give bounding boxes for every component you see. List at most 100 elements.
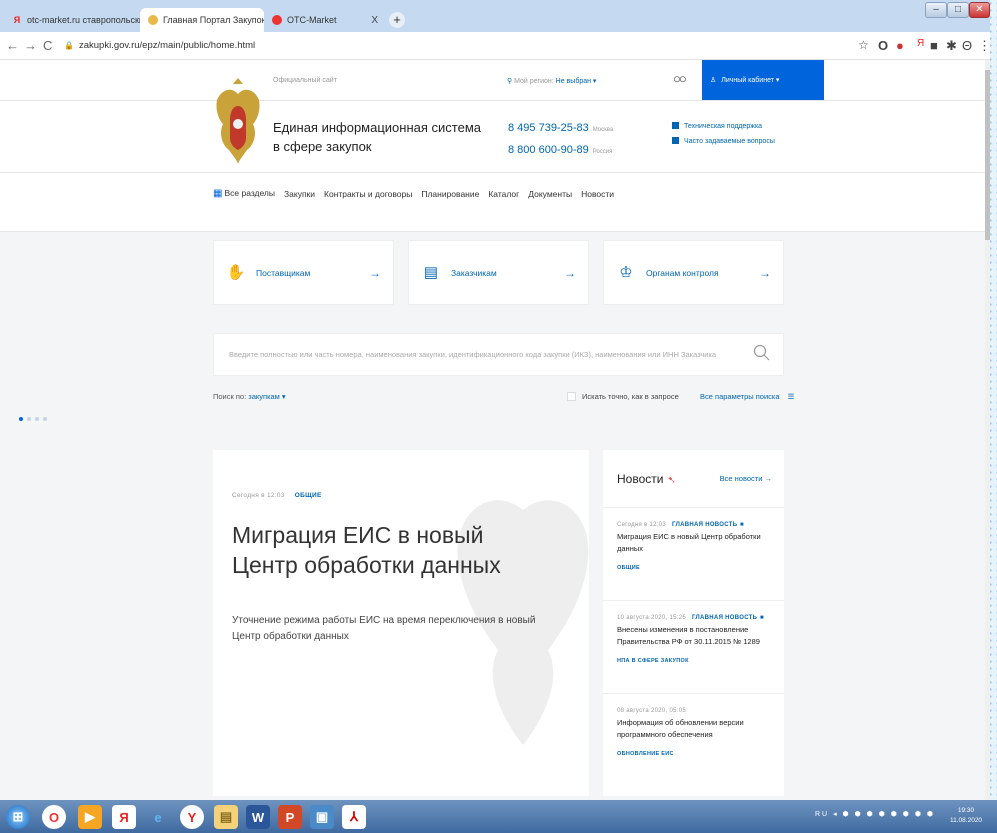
news-item[interactable]: Сегодня в 12:03 ГЛАВНАЯ НОВОСТЬ ■ Миграци… xyxy=(603,507,784,585)
all-sections-link[interactable]: ▦ Все разделы xyxy=(213,188,275,199)
support-icon xyxy=(672,122,679,129)
pdf-reader-taskbar-icon[interactable]: ⅄ xyxy=(342,805,366,829)
news-panel: Новости ➷ Все новости → Сегодня в 12:03 ГЛ… xyxy=(603,450,784,796)
coat-of-arms-icon xyxy=(216,78,260,164)
profile-icon[interactable]: Θ xyxy=(962,38,972,53)
yandex-browser-taskbar-icon[interactable]: Y xyxy=(180,805,204,829)
news-category[interactable]: ОБНОВЛЕНИЕ ЕИС xyxy=(617,751,770,757)
back-icon[interactable]: ← xyxy=(6,38,19,53)
document-icon: ▤ xyxy=(423,263,439,281)
menu-icon[interactable]: ⋮ xyxy=(978,38,990,54)
new-tab-button[interactable]: + xyxy=(389,12,405,28)
exact-search-checkbox[interactable] xyxy=(567,392,576,401)
slider-dot[interactable] xyxy=(43,417,47,421)
yandex-extension-icon[interactable]: Я xyxy=(917,38,924,49)
featured-news-meta: Сегодня в 12:03 ОБЩИЕ xyxy=(232,492,322,499)
close-tab-icon[interactable]: X xyxy=(371,15,378,26)
yandex-icon: Я xyxy=(13,15,21,25)
personal-cabinet-button[interactable]: ♙ Личный кабинет ▾ xyxy=(702,60,824,100)
opera-taskbar-icon[interactable]: O xyxy=(42,805,66,829)
control-bodies-card[interactable]: ♔ Органам контроля → xyxy=(603,240,784,305)
news-item[interactable]: 10 августа 2020, 15:26 ГЛАВНАЯ НОВОСТЬ ■ … xyxy=(603,600,784,678)
rss-icon[interactable]: ➷ xyxy=(667,475,675,486)
search-by-dropdown[interactable]: закупкам ▾ xyxy=(248,392,285,401)
grid-icon: ▦ xyxy=(213,188,223,199)
phone-russia[interactable]: 8 800 600-90-89 Россия xyxy=(508,144,612,156)
user-icon: ♙ xyxy=(710,77,717,84)
powerpoint-taskbar-icon[interactable]: P xyxy=(278,805,302,829)
forward-icon[interactable]: → xyxy=(24,38,37,53)
location-icon: ⚲ xyxy=(507,78,513,85)
opera-extension-icon[interactable]: O xyxy=(878,38,888,53)
reload-icon[interactable]: C xyxy=(43,38,52,53)
windows-taskbar: ⊞ O ▶ Я e Y ▤ W P ▣ ⅄ RU ◂ ⬢ ⬢ ⬢ ⬢ ⬢ ⬢ ⬢… xyxy=(0,800,997,833)
exact-search-option[interactable]: Искать точно, как в запросе xyxy=(567,392,679,401)
arrow-right-icon: → xyxy=(369,265,381,280)
bookmark-star-icon[interactable]: ☆ xyxy=(858,38,869,52)
address-bar: ← → C 🔒 zakupki.gov.ru/epz/main/public/ho… xyxy=(0,32,990,60)
customers-card[interactable]: ▤ Заказчикам → xyxy=(408,240,589,305)
slider-dots xyxy=(19,417,47,421)
folder-taskbar-icon[interactable]: ▤ xyxy=(214,805,238,829)
featured-news-subtitle: Уточнение режима работы ЕИС на время пер… xyxy=(232,615,536,642)
word-taskbar-icon[interactable]: W xyxy=(246,805,270,829)
ie-taskbar-icon[interactable]: e xyxy=(146,805,170,829)
clock[interactable]: 19:30 11.08.2020 xyxy=(950,806,982,826)
suppliers-card[interactable]: ✋ Поставщикам → xyxy=(213,240,394,305)
featured-news-category[interactable]: ОБЩИЕ xyxy=(295,492,322,499)
featured-news-title[interactable]: Миграция ЕИС в новый Центр обработки дан… xyxy=(232,520,552,580)
main-nav: ▦ Все разделы Закупки Контракты и договор… xyxy=(213,188,614,199)
url-field[interactable]: 🔒 zakupki.gov.ru/epz/main/public/home.htm… xyxy=(64,40,255,51)
faq-link[interactable]: Часто задаваемые вопросы xyxy=(672,137,775,145)
accessibility-icon[interactable]: ○○ xyxy=(673,71,687,86)
photo-viewer-taskbar-icon[interactable]: ▣ xyxy=(310,805,334,829)
maximize-button[interactable]: □ xyxy=(947,2,969,18)
nav-item-news[interactable]: Новости xyxy=(581,189,614,199)
arrow-right-icon: → xyxy=(759,265,771,280)
tab-zakupki[interactable]: Главная Портал Закупок X xyxy=(140,8,264,32)
nav-item-documents[interactable]: Документы xyxy=(528,189,572,199)
arrow-right-icon: → xyxy=(564,265,576,280)
nav-item-purchases[interactable]: Закупки xyxy=(284,189,315,199)
featured-news-card[interactable]: Сегодня в 12:03 ОБЩИЕ Миграция ЕИС в новы… xyxy=(213,450,589,796)
yandex-taskbar-icon[interactable]: Я xyxy=(112,805,136,829)
tab-label: otc-market.ru ставропольский xyxy=(27,15,144,25)
tech-support-link[interactable]: Техническая поддержка xyxy=(672,122,762,130)
news-category[interactable]: НПА В СФЕРЕ ЗАКУПОК xyxy=(617,658,770,664)
nav-item-planning[interactable]: Планирование xyxy=(421,189,479,199)
start-button[interactable]: ⊞ xyxy=(6,805,30,829)
tab-otc-market[interactable]: OTC-Market X xyxy=(264,8,386,32)
news-category[interactable]: ОБЩИЕ xyxy=(617,565,770,571)
slider-dot[interactable] xyxy=(19,417,23,421)
browser-window: Я otc-market.ru ставропольский X Главная… xyxy=(0,0,990,800)
media-player-taskbar-icon[interactable]: ▶ xyxy=(78,805,102,829)
minimize-button[interactable]: – xyxy=(925,2,947,18)
official-site-label: Официальный сайт xyxy=(273,77,337,84)
news-item[interactable]: 08 августа 2020, 05:05 Информация об обн… xyxy=(603,693,784,771)
tab-otc-ru[interactable]: Я otc-market.ru ставропольский X xyxy=(4,8,144,32)
nav-item-catalog[interactable]: Каталог xyxy=(488,189,519,199)
site-title[interactable]: Единая информационная система в сфере за… xyxy=(273,118,481,156)
region-selector[interactable]: ⚲ Мой регион: Не выбран ▾ xyxy=(507,77,596,85)
slider-dot[interactable] xyxy=(27,417,31,421)
slider-dot[interactable] xyxy=(35,417,39,421)
page-scrollbar[interactable] xyxy=(985,60,990,800)
handshake-icon: ✋ xyxy=(226,263,246,281)
emblem-icon xyxy=(148,15,158,25)
otc-extension-icon[interactable]: ● xyxy=(896,38,904,53)
nav-item-contracts[interactable]: Контракты и договоры xyxy=(324,189,412,199)
search-input[interactable] xyxy=(214,334,734,375)
lock-icon: 🔒 xyxy=(64,41,74,50)
language-indicator[interactable]: RU xyxy=(815,811,829,818)
phone-moscow[interactable]: 8 495 739-25-83 Москва xyxy=(508,122,613,134)
scrollbar-thumb[interactable] xyxy=(985,70,990,240)
search-icon[interactable] xyxy=(753,344,771,362)
all-search-params-link[interactable]: Все параметры поиска ☰ xyxy=(700,392,794,401)
close-window-button[interactable]: ✕ xyxy=(969,2,990,18)
puzzle-icon[interactable]: ✱ xyxy=(946,38,957,54)
site-header: Официальный сайт ⚲ Мой регион: Не выбран… xyxy=(0,60,985,232)
extension-icon[interactable]: ■ xyxy=(930,38,938,53)
otc-icon xyxy=(272,15,282,25)
all-news-link[interactable]: Все новости → xyxy=(720,474,772,483)
flag-icon: ■ xyxy=(740,522,744,528)
